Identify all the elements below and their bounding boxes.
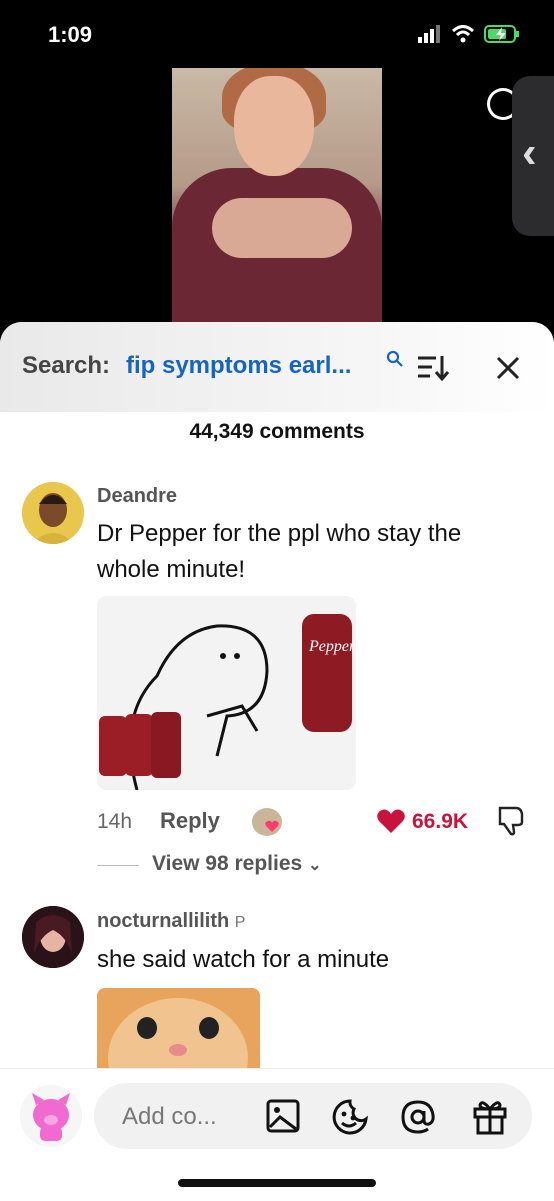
view-replies-label: View 98 replies [152,852,303,875]
home-indicator [178,1179,376,1187]
view-replies-link[interactable]: View 98 replies ⌄ [152,852,321,876]
video-person-face [234,76,314,176]
cat-photo [97,988,260,1070]
battery-icon [484,25,519,43]
comments-count: 44,349 comments [189,420,365,443]
image-icon[interactable] [266,1099,300,1133]
status-time: 1:09 [48,22,93,47]
gift-icon[interactable] [472,1097,508,1135]
comments-header: Search: fip symptoms earl... [0,322,554,412]
search-label: Search: [22,352,111,379]
pinned-badge-icon: P [234,914,246,931]
svg-text:Pepper: Pepper [308,638,356,655]
emoji-icon[interactable] [332,1099,368,1135]
video-player[interactable] [172,68,382,328]
current-user-avatar[interactable] [20,1085,82,1147]
creator-liked-badge [252,808,282,836]
search-icon[interactable] [386,350,404,368]
mention-icon[interactable] [400,1099,436,1135]
chevron-left-icon: ‹ [522,128,537,177]
comment-input-placeholder: Add co... [122,1103,217,1130]
heart-icon[interactable] [376,808,406,834]
pig-avatar-illustration [21,1086,81,1146]
avatar[interactable] [22,482,84,544]
comment-age: 14h [97,810,133,833]
comment-username[interactable]: Deandre [97,485,177,508]
like-count: 66.9K [412,810,469,833]
sort-icon[interactable] [416,354,450,382]
comment-input[interactable]: Add co... [94,1083,532,1149]
comment-text: Dr Pepper for the ppl who stay the whole… [97,516,461,588]
comment-text-line: Dr Pepper for the ppl who stay the [97,520,462,547]
comment-input-bar: Add co... [0,1068,554,1201]
avatar-illustration [22,906,84,968]
comment-username[interactable]: nocturnallilith P [97,910,245,933]
comment-image[interactable]: Pepper [97,596,356,790]
dr-pepper-meme-image: Pepper [97,596,356,790]
signal-icon [418,25,440,43]
status-icons [418,24,520,44]
comment-username-text: nocturnallilith [97,910,230,932]
comments-sheet: Search: fip symptoms earl... 44,349 comm… [0,322,554,1201]
video-person-hands [212,198,352,258]
avatar-illustration [22,482,84,544]
comment-text: she said watch for a minute [97,946,390,973]
reply-button[interactable]: Reply [160,808,220,834]
status-bar: 1:09 [0,0,554,70]
wifi-icon [452,25,474,43]
dislike-icon[interactable] [496,806,524,836]
avatar[interactable] [22,906,84,968]
search-query-link[interactable]: fip symptoms earl... [126,352,351,380]
heart-icon [265,820,279,832]
side-panel-handle[interactable]: ‹ [512,76,554,236]
view-replies-divider [97,865,139,866]
comment-text-line: whole minute! [97,556,246,583]
close-icon[interactable] [496,356,520,380]
chevron-down-icon: ⌄ [308,857,322,874]
comment-image[interactable] [97,988,260,1070]
